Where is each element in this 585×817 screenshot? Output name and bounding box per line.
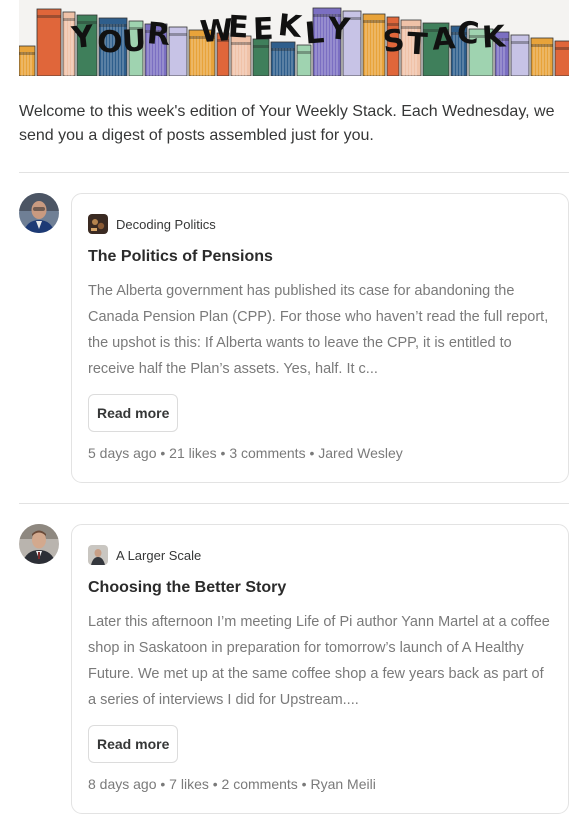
post-excerpt: Later this afternoon I’m meeting Life of… xyxy=(88,614,550,708)
publication[interactable]: A Larger Scale xyxy=(88,545,201,565)
banner-title: Y O U R W E E K L Y S T A C K xyxy=(19,0,569,76)
publication-name[interactable]: A Larger Scale xyxy=(116,548,201,563)
banner-letter: U xyxy=(121,23,148,60)
post-meta: 5 days ago • 21 likes • 3 comments • Jar… xyxy=(88,445,403,461)
publication-name[interactable]: Decoding Politics xyxy=(116,217,216,232)
banner-letter: T xyxy=(406,26,429,63)
publication-logo xyxy=(88,545,108,565)
banner-letter: O xyxy=(95,24,124,61)
post-title[interactable]: Choosing the Better Story xyxy=(88,579,286,597)
post-card[interactable]: A Larger Scale Choosing the Better Story… xyxy=(71,524,569,814)
banner-letter: E xyxy=(227,9,250,46)
intro-text: Welcome to this week's edition of Your W… xyxy=(19,103,555,144)
banner-letter: K xyxy=(276,7,304,46)
read-more-button[interactable]: Read more xyxy=(88,725,179,763)
divider xyxy=(19,172,569,173)
post-meta: 8 days ago • 7 likes • 2 comments • Ryan… xyxy=(88,776,376,792)
banner-letter: C xyxy=(455,15,481,52)
post-excerpt: The Alberta government has published its… xyxy=(88,283,549,377)
banner-letter: E xyxy=(252,11,275,48)
publication-logo xyxy=(88,214,108,234)
publication[interactable]: Decoding Politics xyxy=(88,214,216,234)
author-avatar[interactable] xyxy=(19,193,59,233)
post-card[interactable]: Decoding Politics The Politics of Pensio… xyxy=(71,193,569,483)
banner-letter: L xyxy=(303,15,326,52)
banner-letter: A xyxy=(430,21,457,58)
banner-letter: Y xyxy=(326,11,351,48)
author-avatar[interactable] xyxy=(19,524,59,564)
read-more-button[interactable]: Read more xyxy=(88,394,179,432)
post-title[interactable]: The Politics of Pensions xyxy=(88,248,273,266)
banner-letter: R xyxy=(145,16,172,53)
banner-letter: Y xyxy=(70,18,96,57)
banner-image: Y O U R W E E K L Y S T A C K xyxy=(19,0,569,76)
banner-letter: K xyxy=(481,19,507,56)
banner-letter: S xyxy=(381,22,407,61)
divider xyxy=(19,503,569,504)
